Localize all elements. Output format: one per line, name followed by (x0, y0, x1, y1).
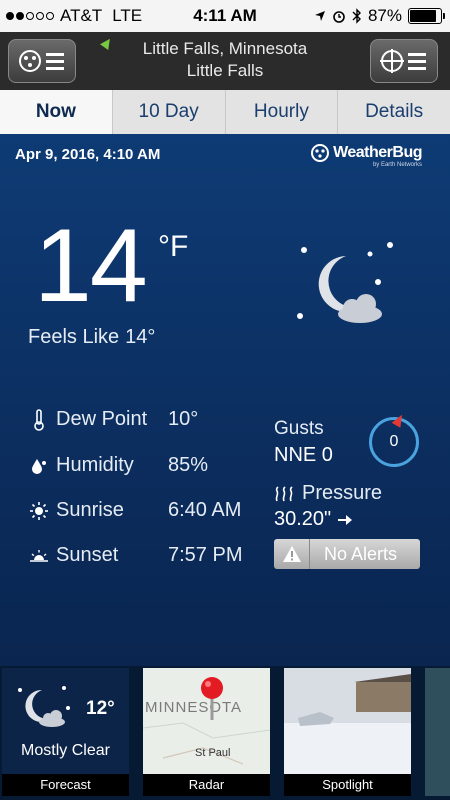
next-tile-peek[interactable] (425, 668, 450, 796)
logo-text: WeatherBug (333, 144, 422, 161)
alerts-label: No Alerts (324, 543, 398, 564)
alarm-icon (333, 11, 345, 23)
sunset-row: Sunset 7:57 PM (28, 544, 242, 567)
location-city: Little Falls, Minnesota (142, 39, 308, 58)
location-services-icon (314, 11, 325, 21)
battery-icon (408, 8, 445, 24)
pressure-value: 30.20" (274, 508, 332, 530)
sunrise-label: Sunrise (56, 499, 124, 521)
weatherbug-logo-icon (311, 144, 330, 162)
pressure-label: Pressure (302, 482, 383, 504)
bluetooth-icon (352, 8, 361, 24)
droplet-icon (28, 455, 50, 477)
humidity-label: Humidity (56, 454, 134, 476)
dew-point-value: 10° (168, 408, 199, 430)
radar-city-label: St Paul (195, 747, 230, 759)
location-station: Little Falls (186, 61, 264, 80)
battery-percent: 87% (367, 6, 402, 25)
current-conditions: Apr 9, 2016, 4:10 AM WeatherBug by Earth… (0, 134, 450, 666)
forecast-condition: Mostly Clear (21, 742, 110, 759)
temperature-unit: °F (158, 230, 189, 263)
pressure-row: Pressure (274, 482, 382, 505)
wind-compass: 0 (369, 412, 419, 467)
sunset-value: 7:57 PM (168, 544, 243, 566)
spotlight-snow-image (284, 668, 411, 774)
feature-tiles: 12° Mostly Clear Forecast MINNESOTA St P… (0, 666, 450, 800)
sunrise-row: Sunrise 6:40 AM (28, 499, 241, 522)
pressure-trend-arrow-icon (338, 514, 353, 525)
logo-subtext: by Earth Networks (372, 162, 422, 168)
spotlight-caption: Spotlight (284, 774, 411, 796)
tab-hourly[interactable]: Hourly (226, 90, 339, 134)
location-selector[interactable]: Little Falls, Minnesota Little Falls (90, 38, 360, 82)
forecast-tile[interactable]: 12° Mostly Clear Forecast (2, 668, 129, 796)
humidity-value: 85% (168, 454, 209, 476)
humidity-row: Humidity 85% (28, 454, 208, 477)
gusts-label: Gusts (274, 418, 324, 439)
warning-icon (274, 539, 310, 569)
dew-point-label: Dew Point (56, 408, 148, 430)
weatherbug-menu-icon (19, 50, 64, 72)
locations-button[interactable] (370, 39, 438, 83)
alerts-button[interactable]: No Alerts (274, 539, 420, 569)
forecast-low-temp: 12° (86, 698, 115, 719)
view-tabs: Now 10 Day Hourly Details (0, 90, 450, 134)
radar-caption: Radar (143, 774, 270, 796)
partly-cloudy-night-icon (18, 686, 70, 727)
gusts-value: NNE 0 (274, 444, 333, 466)
app-header: Little Falls, Minnesota Little Falls (0, 32, 450, 90)
pressure-reading: 30.20" (274, 508, 353, 531)
pressure-icon (275, 485, 293, 501)
status-bar: AT&T LTE 4:11 AM 87% (0, 0, 450, 32)
sunrise-value: 6:40 AM (168, 499, 242, 521)
tab-now[interactable]: Now (0, 90, 113, 134)
feels-like-label: Feels Like (28, 326, 120, 348)
radar-tile[interactable]: MINNESOTA St Paul Radar (143, 668, 270, 796)
spotlight-tile[interactable]: Spotlight (284, 668, 411, 796)
current-temperature: 14 (34, 208, 148, 324)
weatherbug-logo: WeatherBug by Earth Networks (311, 144, 422, 168)
radar-state-label: MINNESOTA (145, 699, 242, 716)
thermometer-icon (28, 408, 50, 431)
forecast-caption: Forecast (2, 774, 129, 796)
crosshair-list-icon (380, 49, 426, 73)
menu-button[interactable] (8, 39, 76, 83)
wind-speed: 0 (389, 433, 399, 450)
sun-icon (28, 500, 50, 522)
feels-like-value: 14° (125, 326, 156, 348)
dew-point-row: Dew Point 10° (28, 408, 198, 431)
tab-10-day[interactable]: 10 Day (113, 90, 226, 134)
sunset-icon (28, 545, 50, 567)
wind-direction-icon (391, 412, 407, 428)
feels-like: Feels Like 14° (28, 326, 155, 349)
mostly-clear-night-icon (297, 242, 393, 323)
map-pin-icon (201, 677, 223, 720)
observation-time: Apr 9, 2016, 4:10 AM (15, 146, 161, 163)
tab-details[interactable]: Details (338, 90, 450, 134)
sunset-label: Sunset (56, 544, 119, 566)
